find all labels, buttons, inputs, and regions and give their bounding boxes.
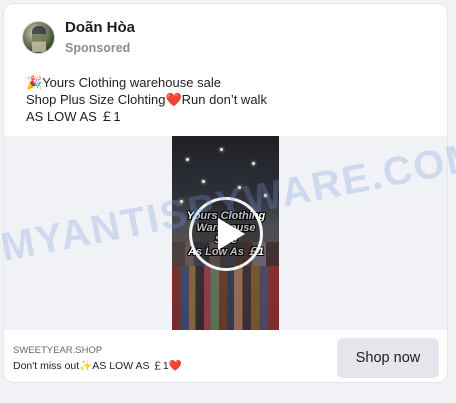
sponsored-post-card: Doãn Hòa Sponsored 🎉Yours Clothing wareh… [4,4,447,382]
post-text-line-2-pre: Shop Plus Size Clohting [26,92,166,107]
post-text-line-3: AS LOW AS ￡1 [26,109,121,124]
shop-now-button[interactable]: Shop now [337,338,439,378]
ceiling-light [264,194,267,197]
post-text-line-2-post: Run don’t walk [181,92,267,107]
ceiling-light [252,162,255,165]
post-text-line-1: 🎉Yours Clothing warehouse sale [26,74,267,91]
ceiling-light [186,158,189,161]
post-text-line-1-text: Yours Clothing warehouse sale [42,75,221,90]
sparkle-icon: ✨ [79,360,93,372]
heart-icon: ❤️ [165,92,182,107]
heart-icon: ❤️ [168,360,182,372]
author-name[interactable]: Doãn Hòa [65,19,135,36]
party-popper-icon: 🎉 [26,75,43,90]
author-avatar[interactable] [22,21,55,54]
ad-headline-mid: AS LOW AS ￡1 [92,360,169,372]
video-player[interactable]: Yours Clothing Warehouse Sale As Low As … [172,136,279,330]
sponsored-label[interactable]: Sponsored [65,41,130,55]
post-text: 🎉Yours Clothing warehouse sale Shop Plus… [26,74,267,125]
post-text-line-2: Shop Plus Size Clohting❤️Run don’t walk [26,91,267,108]
ceiling-light [238,186,241,189]
ad-headline-pre: Don't miss out [13,360,80,372]
ceiling-light [202,180,205,183]
ceiling-light [180,200,183,203]
ad-headline[interactable]: Don't miss out✨AS LOW AS ￡1❤️ [13,358,182,373]
ceiling-light [220,148,223,151]
media-area: Yours Clothing Warehouse Sale As Low As … [4,136,447,330]
ad-footer[interactable]: SWEETYEAR.SHOP Don't miss out✨AS LOW AS … [4,330,447,382]
ad-domain[interactable]: SWEETYEAR.SHOP [13,345,102,356]
play-icon[interactable] [189,197,263,271]
post-header: Doãn Hòa Sponsored [22,18,422,58]
